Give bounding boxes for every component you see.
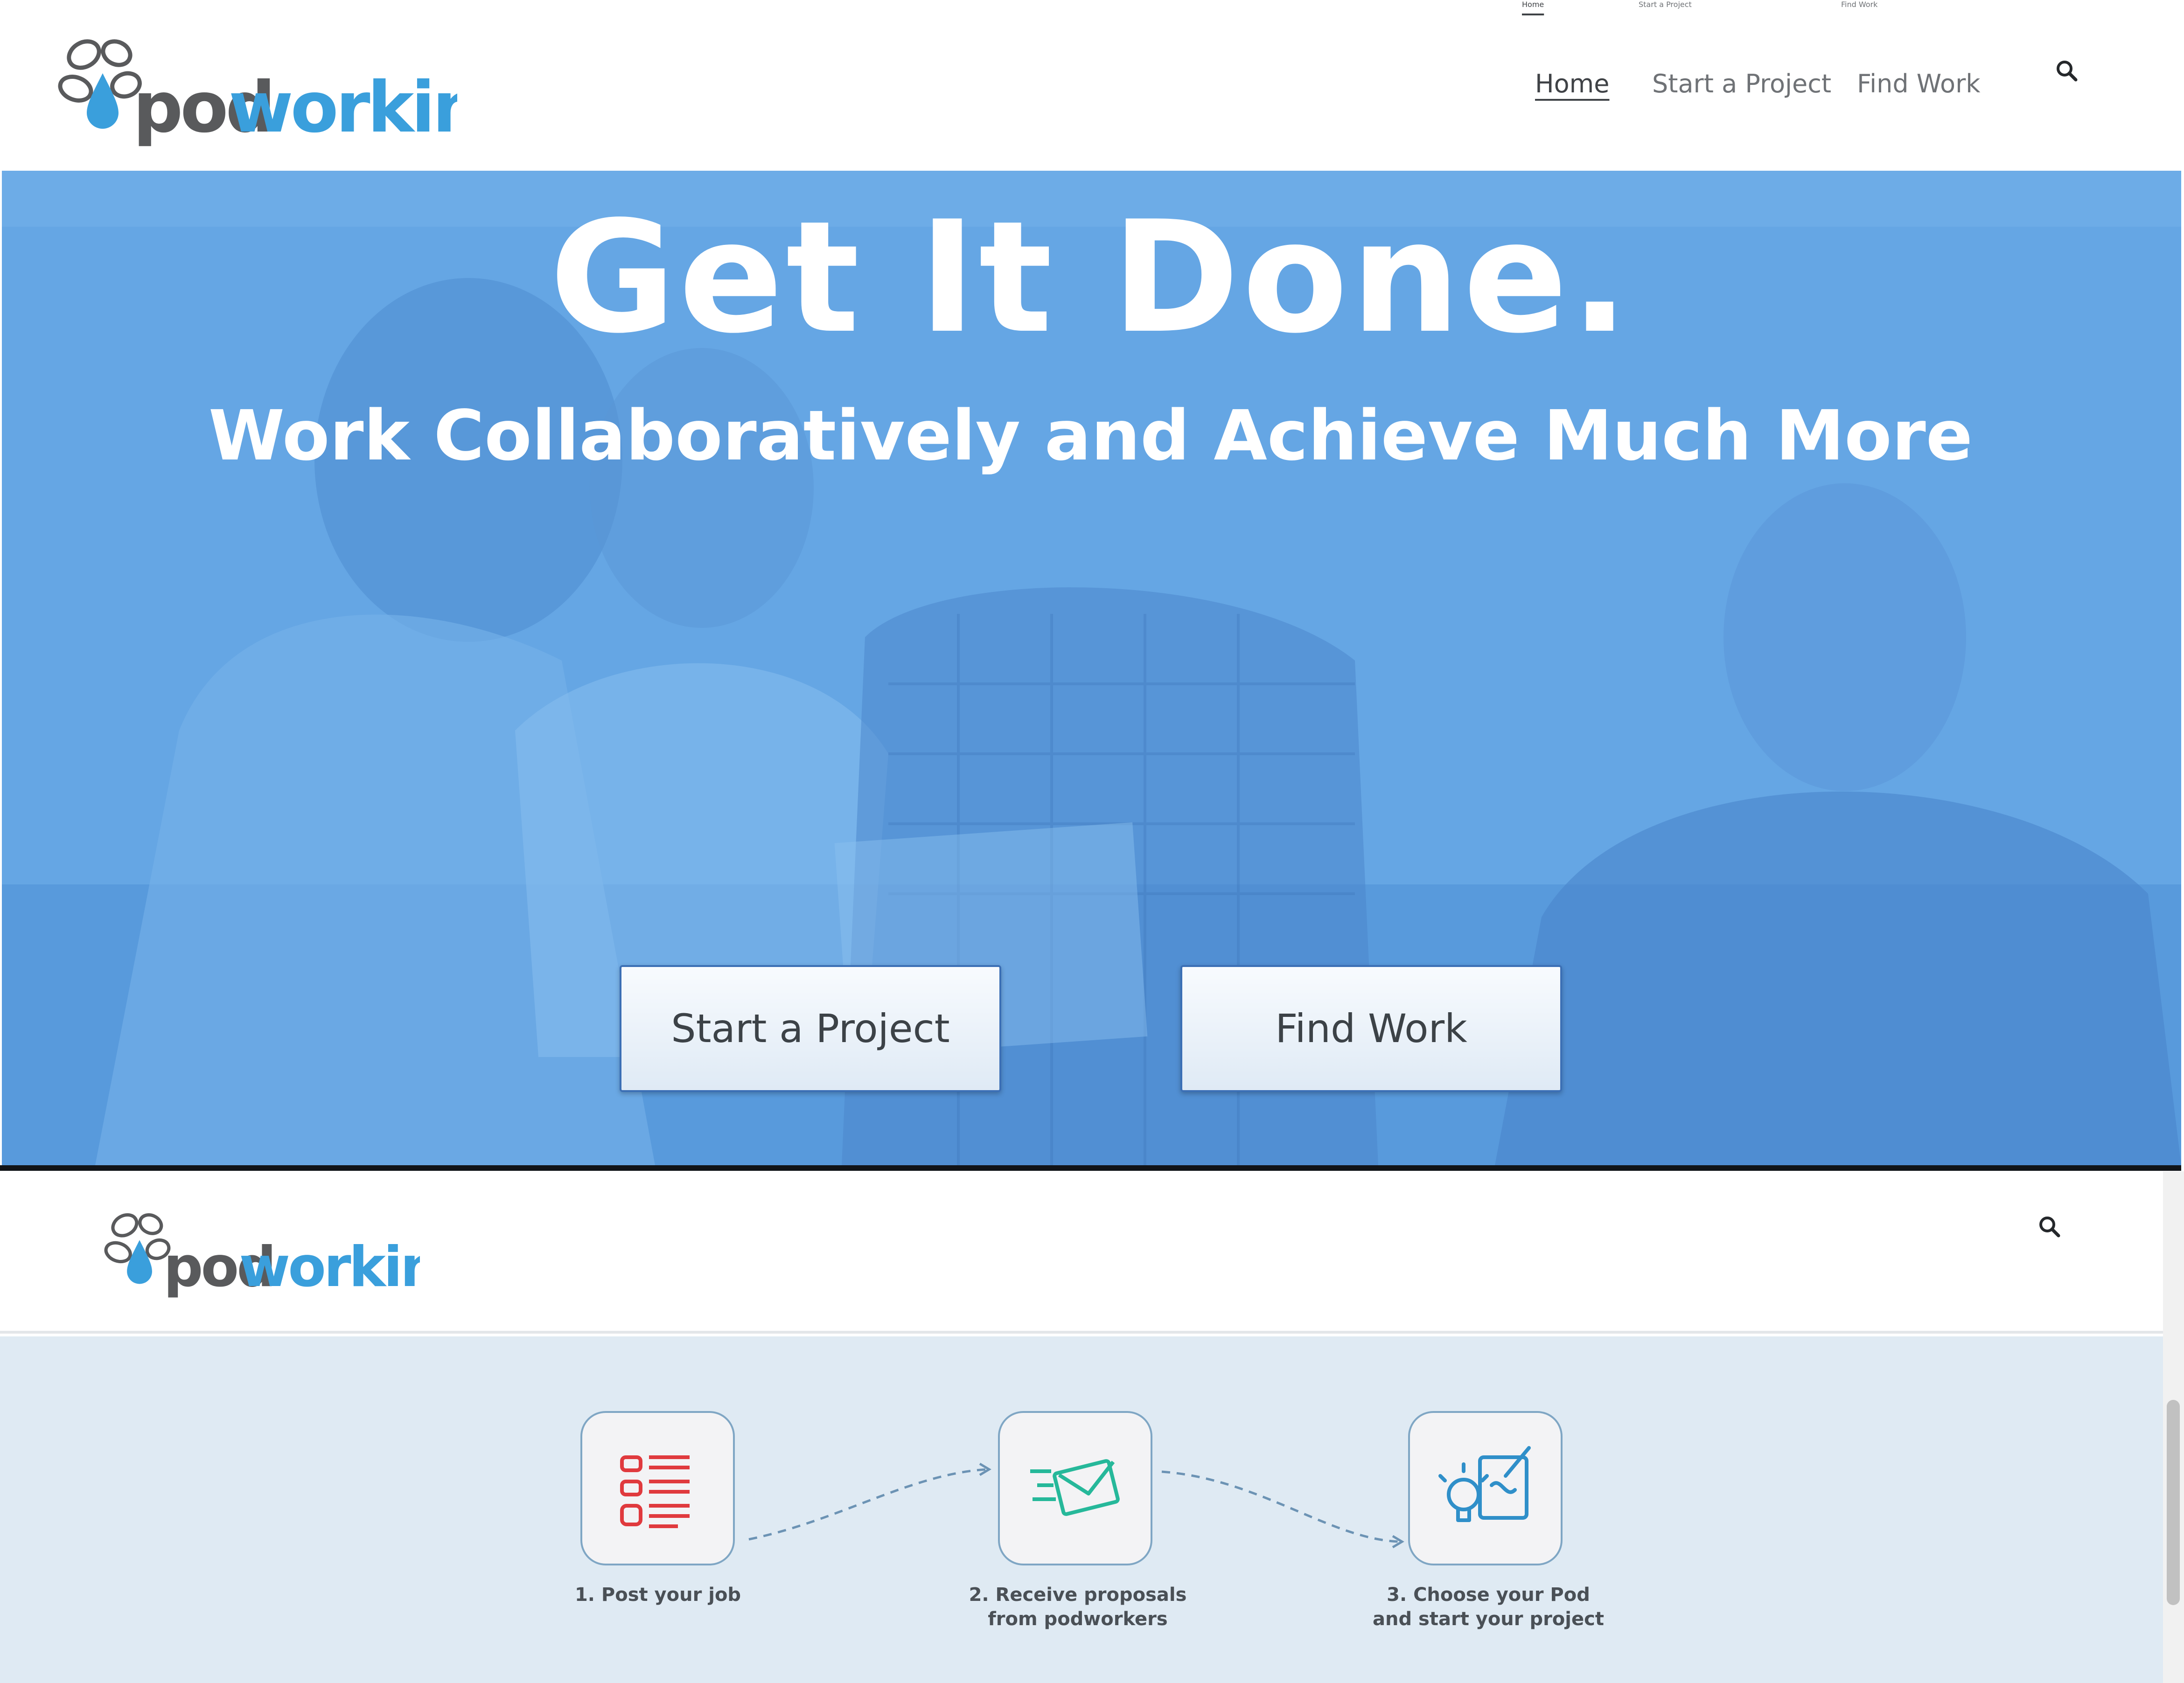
envelope-icon [1030,1459,1120,1516]
nav-start-project[interactable]: Start a Project [1652,69,1831,98]
podworking-logo-scrolled[interactable]: pod working [103,1208,420,1301]
nav-home[interactable]: Home [1535,69,1609,98]
nav-home-scrolled[interactable]: Home [1522,0,1544,9]
step-card-post-job [580,1411,735,1565]
step-card-choose-pod [1408,1411,1563,1565]
hero-title: Get It Done. [549,188,1632,367]
nav-find-work-scrolled[interactable]: Find Work [1841,0,1877,9]
search-icon-scrolled[interactable] [2038,1215,2060,1238]
hero-subtitle: Work Collaboratively and Achieve Much Mo… [208,396,1973,476]
step-label-2-line2: from podworkers [988,1608,1168,1630]
svg-text:working: working [229,67,457,148]
step-label-1: 1. Post your job [518,1583,798,1607]
start-project-button[interactable]: Start a Project [620,965,1001,1092]
step-card-receive-proposals [998,1411,1152,1565]
svg-text:working: working [239,1235,420,1299]
nav-find-work[interactable]: Find Work [1857,69,1981,98]
step-label-3: 3. Choose your Pod and start your projec… [1348,1583,1628,1631]
section-divider [0,1165,2181,1171]
scrollbar-thumb[interactable] [2167,1400,2180,1605]
step-label-1-line1: 1. Post your job [574,1584,741,1606]
top-header: pod working Home Start a Project Find Wo… [0,0,2181,171]
podworking-logo[interactable]: pod working [56,34,457,150]
nav-start-project-scrolled[interactable]: Start a Project [1639,0,1692,9]
step-label-2: 2. Receive proposals from podworkers [938,1583,1218,1631]
page-scrollbar[interactable] [2163,1171,2184,1683]
idea-icon [1438,1446,1531,1522]
checklist-icon [620,1455,690,1528]
find-work-button[interactable]: Find Work [1180,965,1562,1092]
step-label-2-line1: 2. Receive proposals [969,1584,1187,1606]
step-label-3-line1: 3. Choose your Pod [1387,1584,1590,1606]
step-label-3-line2: and start your project [1373,1608,1604,1630]
search-icon[interactable] [2055,59,2078,82]
